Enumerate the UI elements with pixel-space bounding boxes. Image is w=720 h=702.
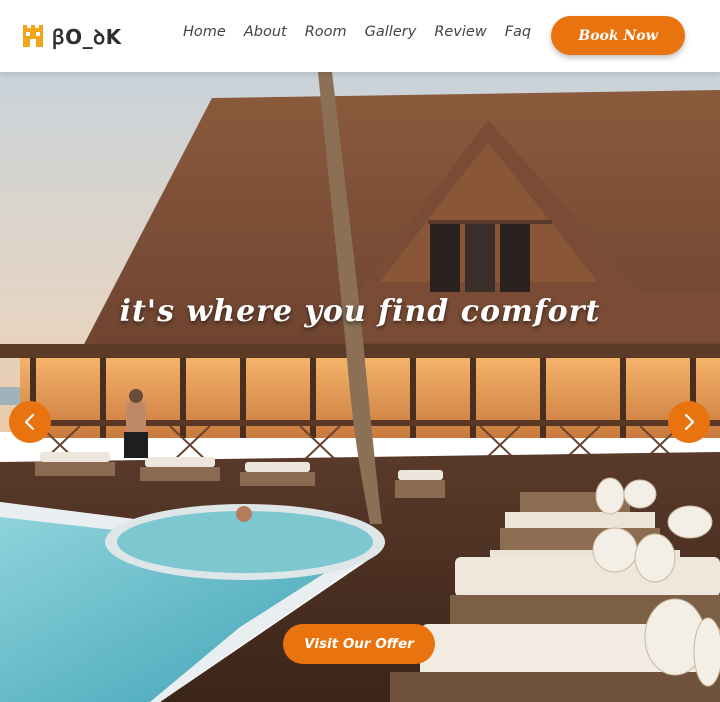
logo[interactable]: ꞵO_ꝺK <box>22 22 122 50</box>
book-now-button[interactable]: Book Now <box>551 16 685 55</box>
chevron-right-icon <box>684 413 695 431</box>
slider-prev-button[interactable] <box>9 401 51 443</box>
resort-pool-lodge-photo <box>0 72 720 702</box>
slider-next-button[interactable] <box>668 401 710 443</box>
nav-review[interactable]: Review <box>434 24 486 40</box>
nav-home[interactable]: Home <box>183 24 226 40</box>
hotel-building-icon <box>23 25 43 47</box>
navbar: ꞵO_ꝺK Home About Room Gallery Review Faq… <box>0 0 720 72</box>
nav-gallery[interactable]: Gallery <box>365 24 417 40</box>
visit-offer-button[interactable]: Visit Our Offer <box>283 624 435 664</box>
nav-faq[interactable]: Faq <box>505 24 531 40</box>
brand-name: ꞵO_ꝺK <box>52 24 122 49</box>
nav-room[interactable]: Room <box>305 24 347 40</box>
main-nav: Home About Room Gallery Review Faq <box>183 24 549 40</box>
hero-slider: it's where you find comfort Visit Our Of… <box>0 72 720 702</box>
nav-about[interactable]: About <box>244 24 287 40</box>
chevron-left-icon <box>24 413 35 431</box>
hero-tagline: it's where you find comfort <box>119 294 601 329</box>
